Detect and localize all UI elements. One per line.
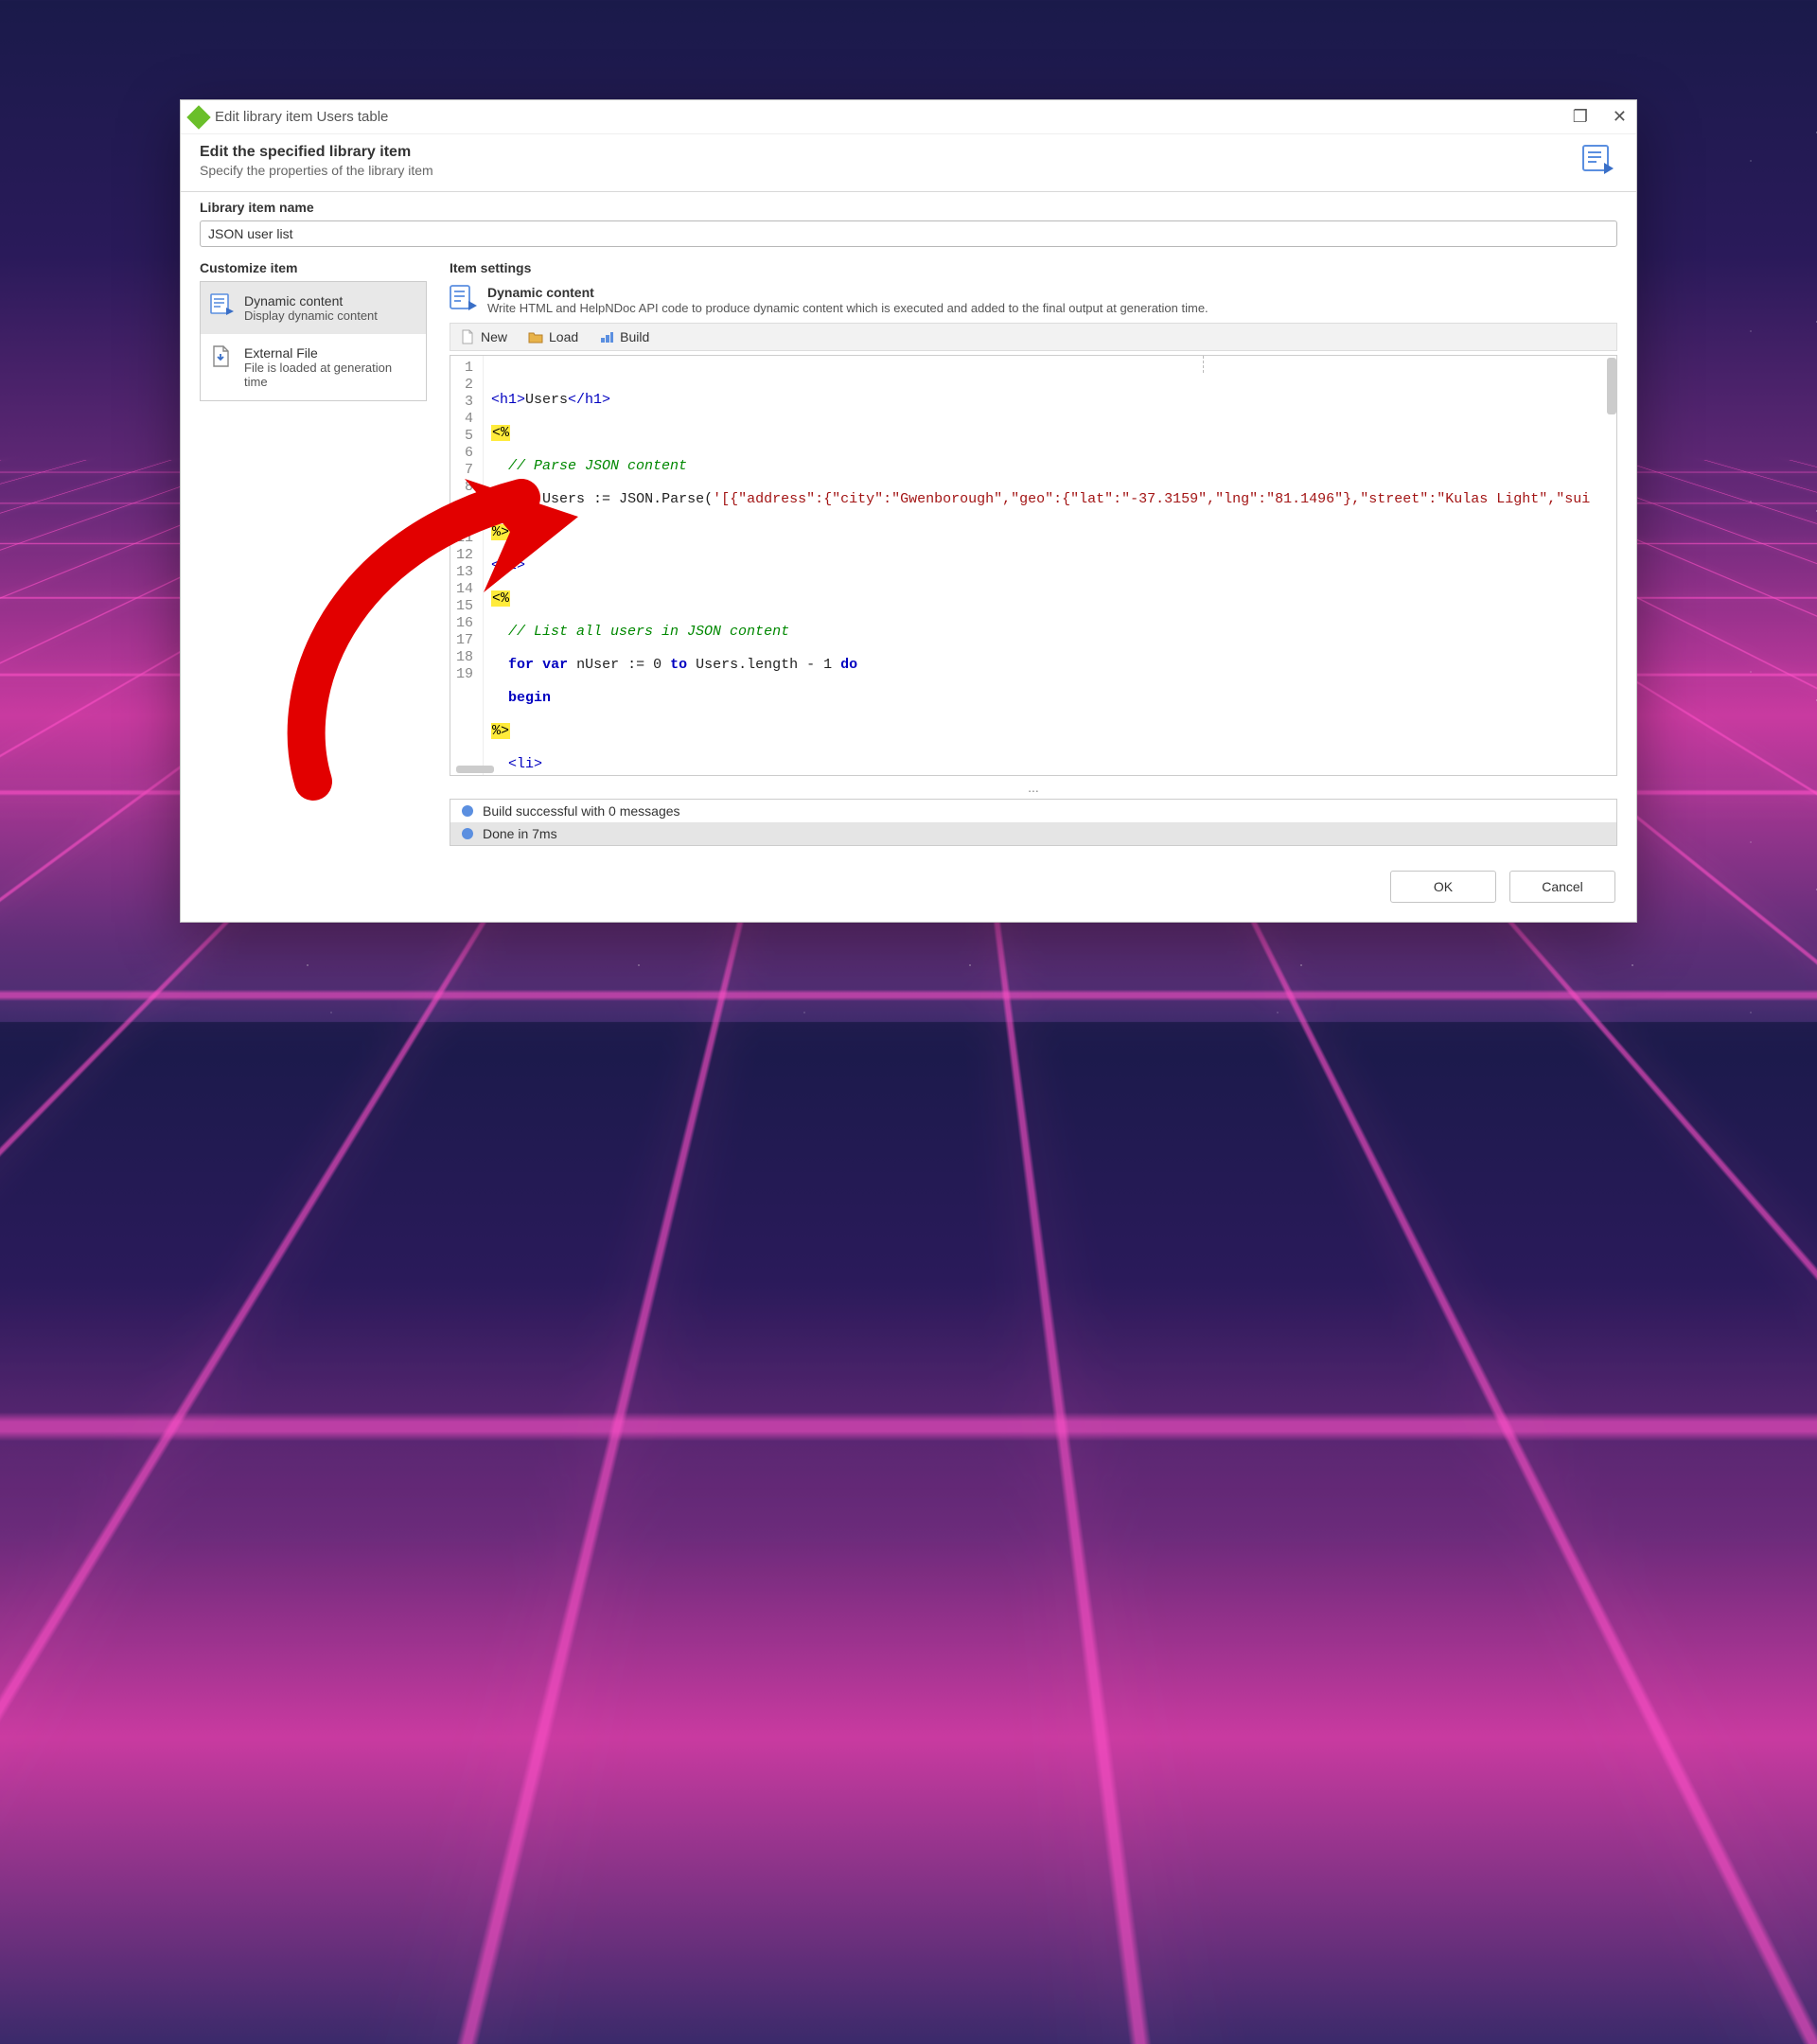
library-item-name-input[interactable]	[200, 220, 1617, 247]
message-row: Done in 7ms	[450, 822, 1616, 845]
titlebar: Edit library item Users table ❐ ✕	[181, 100, 1636, 134]
vertical-scrollbar[interactable]	[1607, 358, 1616, 414]
sidebar-item-desc: Display dynamic content	[244, 308, 378, 323]
window-title: Edit library item Users table	[215, 109, 388, 125]
sidebar-item-external-file[interactable]: External File File is loaded at generati…	[201, 334, 426, 400]
header-subtitle: Specify the properties of the library it…	[200, 163, 1617, 178]
dc-desc: Write HTML and HelpNDoc API code to prod…	[487, 301, 1208, 315]
name-label: Library item name	[200, 200, 1617, 215]
sidebar-item-dynamic-content[interactable]: Dynamic content Display dynamic content	[201, 282, 426, 334]
sidebar-item-title: Dynamic content	[244, 293, 378, 308]
build-icon	[599, 329, 614, 344]
document-play-icon	[450, 285, 478, 311]
file-download-icon	[210, 345, 235, 368]
new-file-icon	[460, 329, 475, 344]
load-button[interactable]: Load	[520, 326, 586, 348]
editor-toolbar: New Load Build	[450, 323, 1617, 351]
restore-icon[interactable]: ❐	[1573, 107, 1588, 127]
item-settings-heading: Item settings	[450, 255, 1617, 281]
build-label: Build	[620, 329, 649, 344]
build-button[interactable]: Build	[591, 326, 657, 348]
sidebar-item-desc: File is loaded at generation time	[244, 361, 416, 389]
message-text: Done in 7ms	[483, 826, 557, 841]
customize-item-list: Dynamic content Display dynamic content …	[200, 281, 427, 401]
column-ruler	[1203, 356, 1204, 373]
info-dot-icon	[462, 828, 473, 839]
load-label: Load	[549, 329, 578, 344]
dc-title: Dynamic content	[487, 285, 594, 300]
dialog-window: Edit library item Users table ❐ ✕ Edit t…	[180, 99, 1637, 923]
new-button[interactable]: New	[452, 326, 515, 348]
folder-open-icon	[528, 329, 543, 344]
ok-button[interactable]: OK	[1390, 871, 1496, 903]
customize-item-heading: Customize item	[200, 255, 427, 281]
dialog-footer: OK Cancel	[181, 859, 1636, 922]
document-play-icon	[210, 293, 235, 316]
close-icon[interactable]: ✕	[1613, 107, 1627, 127]
new-label: New	[481, 329, 507, 344]
header-title: Edit the specified library item	[200, 144, 1617, 161]
header-band: Edit the specified library item Specify …	[181, 134, 1636, 192]
cancel-button[interactable]: Cancel	[1509, 871, 1615, 903]
document-play-icon	[1581, 144, 1615, 174]
annotation-arrow	[256, 469, 654, 810]
app-icon	[186, 105, 210, 129]
sidebar-item-title: External File	[244, 345, 416, 361]
dynamic-content-banner: Dynamic content Write HTML and HelpNDoc …	[450, 281, 1617, 323]
